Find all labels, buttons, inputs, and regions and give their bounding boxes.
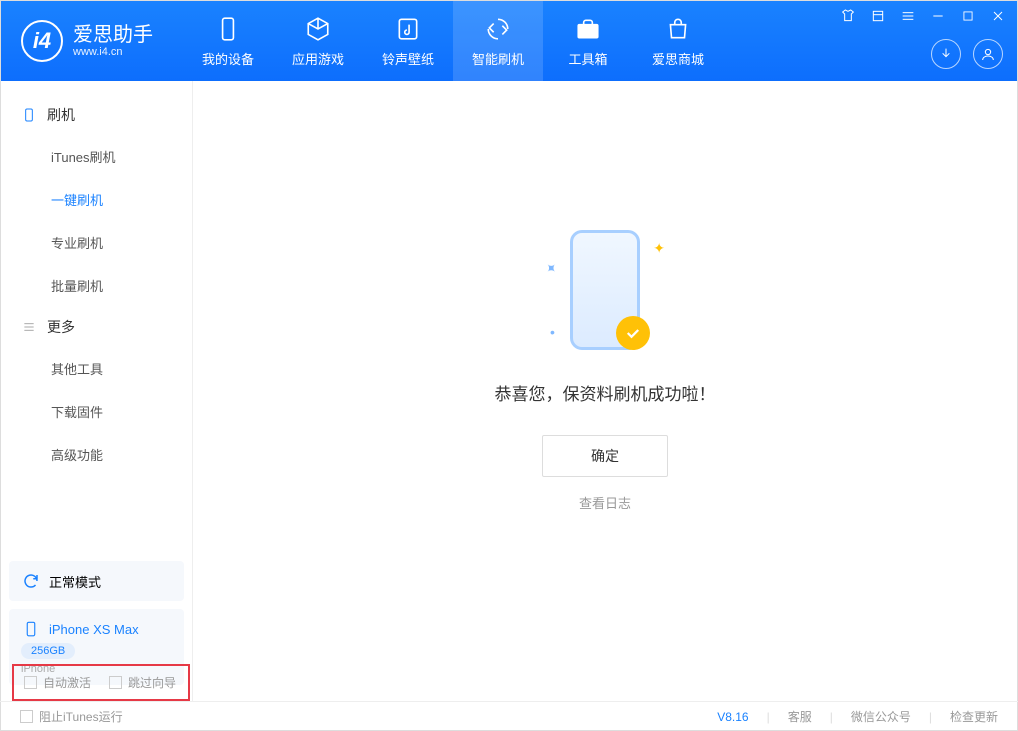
- download-icon[interactable]: [931, 39, 961, 69]
- checkbox-label: 阻止iTunes运行: [39, 708, 123, 725]
- device-phone-icon: [21, 619, 41, 639]
- window-controls-top: [839, 7, 1007, 25]
- checkbox-block-itunes[interactable]: 阻止iTunes运行: [20, 708, 123, 725]
- tab-label: 爱思商城: [652, 49, 704, 68]
- spark-icon: •: [550, 324, 555, 340]
- bag-icon: [664, 15, 692, 43]
- tab-toolbox[interactable]: 工具箱: [543, 1, 633, 81]
- footer-right: V8.16 | 客服 | 微信公众号 | 检查更新: [717, 708, 998, 725]
- success-message: 恭喜您，保资料刷机成功啦！: [495, 380, 716, 405]
- close-icon[interactable]: [989, 7, 1007, 25]
- sidebar-item-batch-flash[interactable]: 批量刷机: [1, 264, 192, 307]
- device-name: iPhone XS Max: [49, 622, 139, 637]
- more-icon: [21, 319, 37, 335]
- tab-my-device[interactable]: 我的设备: [183, 1, 273, 81]
- sidebar-item-download-firmware[interactable]: 下载固件: [1, 390, 192, 433]
- tab-apps[interactable]: 应用游戏: [273, 1, 363, 81]
- tab-label: 工具箱: [568, 49, 607, 68]
- cube-icon: [304, 15, 332, 43]
- toolbox-icon: [574, 15, 602, 43]
- phone-outline-icon: [21, 107, 37, 123]
- tshirt-icon[interactable]: [839, 7, 857, 25]
- tab-label: 智能刷机: [472, 49, 524, 68]
- main-tabs: 我的设备 应用游戏 铃声壁纸 智能刷机 工具箱 爱思商城: [183, 1, 723, 81]
- mode-card[interactable]: 正常模式: [9, 561, 184, 601]
- sidebar-section-more: 更多: [1, 307, 192, 347]
- app-url: www.i4.cn: [73, 46, 153, 58]
- menu-icon[interactable]: [869, 7, 887, 25]
- view-log-link[interactable]: 查看日志: [579, 493, 631, 512]
- spark-icon: ✦: [541, 258, 561, 278]
- separator: |: [767, 710, 770, 724]
- checkbox-icon: [109, 676, 122, 689]
- user-icon[interactable]: [973, 39, 1003, 69]
- tab-ringtones[interactable]: 铃声壁纸: [363, 1, 453, 81]
- main-content: ✦ ✦ • 恭喜您，保资料刷机成功啦！ 确定 查看日志: [193, 81, 1017, 701]
- spark-icon: ✦: [653, 240, 665, 257]
- device-icon: [214, 15, 242, 43]
- list-icon[interactable]: [899, 7, 917, 25]
- checkbox-icon: [20, 710, 33, 723]
- tab-label: 铃声壁纸: [382, 49, 434, 68]
- section-title: 刷机: [47, 105, 75, 125]
- separator: |: [929, 710, 932, 724]
- check-update-link[interactable]: 检查更新: [950, 708, 998, 725]
- sync-icon: [21, 571, 41, 591]
- sidebar-item-other-tools[interactable]: 其他工具: [1, 347, 192, 390]
- app-header: i4 爱思助手 www.i4.cn 我的设备 应用游戏 铃声壁纸 智能刷机 工具…: [1, 1, 1017, 81]
- checkbox-icon: [24, 676, 37, 689]
- checkbox-label: 跳过向导: [128, 674, 176, 691]
- tab-flash[interactable]: 智能刷机: [453, 1, 543, 81]
- device-capacity: 256GB: [21, 643, 75, 659]
- tab-label: 应用游戏: [292, 49, 344, 68]
- mode-text: 正常模式: [49, 572, 101, 591]
- sidebar-item-advanced[interactable]: 高级功能: [1, 433, 192, 476]
- wechat-link[interactable]: 微信公众号: [851, 708, 911, 725]
- checkbox-skip-guide[interactable]: 跳过向导: [109, 674, 176, 691]
- checkbox-label: 自动激活: [43, 674, 91, 691]
- support-link[interactable]: 客服: [788, 708, 812, 725]
- section-title: 更多: [47, 317, 75, 337]
- app-name: 爱思助手: [73, 24, 153, 46]
- sidebar-item-itunes-flash[interactable]: iTunes刷机: [1, 135, 192, 178]
- logo-area: i4 爱思助手 www.i4.cn: [1, 20, 173, 62]
- sidebar-item-pro-flash[interactable]: 专业刷机: [1, 221, 192, 264]
- logo-text: 爱思助手 www.i4.cn: [73, 24, 153, 58]
- sidebar-section-flash: 刷机: [1, 95, 192, 135]
- sidebar: 刷机 iTunes刷机 一键刷机 专业刷机 批量刷机 更多 其他工具 下载固件 …: [1, 81, 193, 701]
- highlighted-options: 自动激活 跳过向导: [12, 664, 190, 701]
- minimize-icon[interactable]: [929, 7, 947, 25]
- sidebar-item-oneclick-flash[interactable]: 一键刷机: [1, 178, 192, 221]
- check-badge-icon: [616, 316, 650, 350]
- tab-label: 我的设备: [202, 49, 254, 68]
- refresh-icon: [484, 15, 512, 43]
- app-logo-icon: i4: [21, 20, 63, 62]
- version-label: V8.16: [717, 710, 748, 724]
- tab-store[interactable]: 爱思商城: [633, 1, 723, 81]
- ok-button[interactable]: 确定: [542, 435, 668, 477]
- music-icon: [394, 15, 422, 43]
- separator: |: [830, 710, 833, 724]
- success-illustration: ✦ ✦ •: [550, 230, 660, 360]
- checkbox-auto-activate[interactable]: 自动激活: [24, 674, 91, 691]
- body-area: 刷机 iTunes刷机 一键刷机 专业刷机 批量刷机 更多 其他工具 下载固件 …: [1, 81, 1017, 701]
- header-actions: [931, 39, 1003, 69]
- status-bar: 阻止iTunes运行 V8.16 | 客服 | 微信公众号 | 检查更新: [0, 701, 1018, 731]
- maximize-icon[interactable]: [959, 7, 977, 25]
